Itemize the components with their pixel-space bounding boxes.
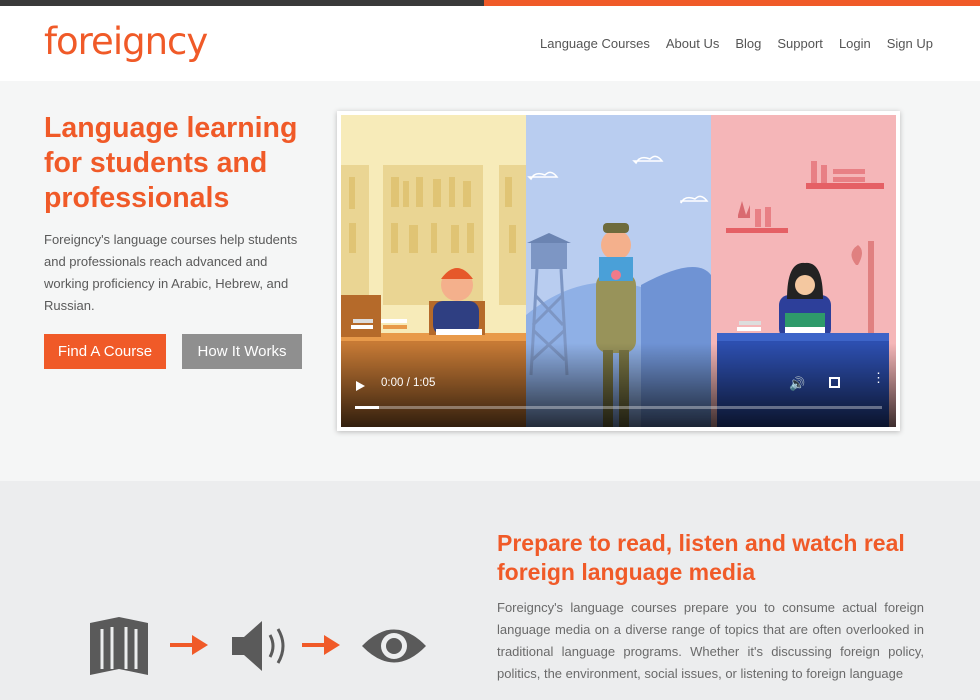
video-progress-bar[interactable] bbox=[355, 406, 882, 409]
play-icon[interactable] bbox=[356, 381, 365, 391]
nav-login[interactable]: Login bbox=[839, 36, 871, 51]
media-section-description: Foreigncy's language courses prepare you… bbox=[497, 600, 924, 681]
nav-blog[interactable]: Blog bbox=[735, 36, 761, 51]
video-controls: 0:00 / 1:05 🔊 ⋮ bbox=[341, 343, 896, 427]
media-section: Prepare to read, listen and watch real f… bbox=[0, 481, 980, 700]
volume-icon[interactable]: 🔊 bbox=[789, 376, 805, 392]
nav-language-courses[interactable]: Language Courses bbox=[540, 36, 650, 51]
hero-section: Language learning for students and profe… bbox=[0, 81, 980, 481]
video-progress-fill bbox=[355, 406, 379, 409]
book-icon bbox=[90, 617, 148, 675]
arrow-right-icon bbox=[170, 635, 208, 655]
hero-description: Foreigncy's language courses help studen… bbox=[44, 232, 298, 313]
media-icons-row bbox=[88, 613, 438, 683]
video-time: 0:00 / 1:05 bbox=[381, 377, 436, 389]
nav-sign-up[interactable]: Sign Up bbox=[887, 36, 933, 51]
site-header: foreigncy Language Courses About Us Blog… bbox=[0, 6, 980, 81]
video-player[interactable]: 0:00 / 1:05 🔊 ⋮ bbox=[337, 111, 900, 431]
eye-icon bbox=[362, 629, 426, 663]
hero-title: Language learning for students and profe… bbox=[44, 112, 298, 214]
arrow-right-icon bbox=[302, 635, 340, 655]
find-course-button[interactable]: Find A Course bbox=[44, 334, 166, 369]
fullscreen-icon[interactable] bbox=[829, 377, 840, 388]
logo[interactable]: foreigncy bbox=[44, 20, 208, 63]
video-frame[interactable]: 0:00 / 1:05 🔊 ⋮ bbox=[341, 115, 896, 427]
speaker-icon bbox=[232, 621, 285, 671]
how-it-works-button[interactable]: How It Works bbox=[182, 334, 302, 369]
more-options-icon[interactable]: ⋮ bbox=[872, 371, 885, 384]
nav-about-us[interactable]: About Us bbox=[666, 36, 719, 51]
nav-support[interactable]: Support bbox=[777, 36, 823, 51]
media-section-title: Prepare to read, listen and watch real f… bbox=[497, 530, 905, 585]
main-nav: Language Courses About Us Blog Support L… bbox=[540, 36, 933, 51]
